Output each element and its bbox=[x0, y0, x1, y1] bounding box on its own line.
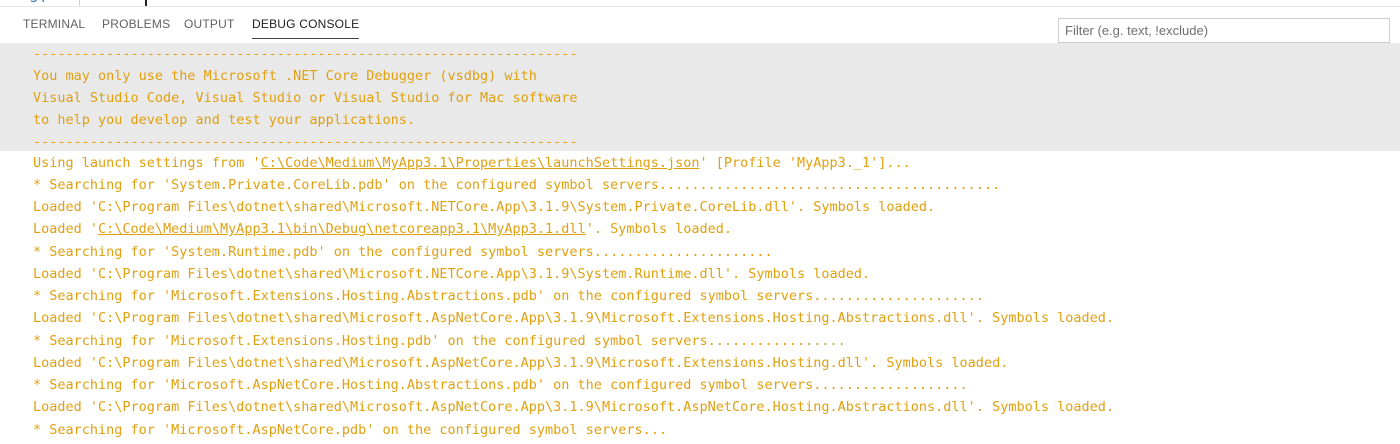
assembly-path-link[interactable]: C:\Code\Medium\MyApp3.1\bin\Debug\netcor… bbox=[98, 221, 586, 237]
console-line: * Searching for 'Microsoft.AspNetCore.Ho… bbox=[33, 377, 968, 393]
text-cursor bbox=[145, 0, 147, 6]
editor-line-number: 34 bbox=[30, 0, 46, 6]
editor-gutter-divider bbox=[79, 0, 80, 6]
console-line: * Searching for 'Microsoft.Extensions.Ho… bbox=[33, 333, 846, 349]
console-line: Loaded 'C:\Program Files\dotnet\shared\M… bbox=[33, 355, 1009, 371]
launch-settings-link[interactable]: C:\Code\Medium\MyApp3.1\Properties\launc… bbox=[261, 155, 700, 171]
tab-debug-console[interactable]: DEBUG CONSOLE bbox=[252, 17, 360, 39]
banner-separator-top: ----------------------------------------… bbox=[33, 46, 578, 62]
tab-terminal[interactable]: TERMINAL bbox=[23, 17, 85, 31]
console-text: Loaded ' bbox=[33, 221, 99, 237]
tab-output[interactable]: OUTPUT bbox=[184, 17, 235, 31]
console-text: '. Symbols loaded. bbox=[585, 221, 733, 237]
console-line: Loaded 'C:\Code\Medium\MyApp3.1\bin\Debu… bbox=[33, 218, 732, 240]
banner-line: You may only use the Microsoft .NET Core… bbox=[33, 68, 537, 84]
console-line: Using launch settings from 'C:\Code\Medi… bbox=[33, 152, 911, 174]
console-line: * Searching for 'Microsoft.AspNetCore.pd… bbox=[33, 422, 667, 438]
console-line: Loaded 'C:\Program Files\dotnet\shared\M… bbox=[33, 266, 871, 282]
debug-console-output[interactable]: ----------------------------------------… bbox=[0, 43, 1400, 444]
console-line: * Searching for 'System.Runtime.pdb' on … bbox=[33, 244, 773, 260]
banner-separator-bottom: ----------------------------------------… bbox=[33, 134, 578, 150]
tab-problems[interactable]: PROBLEMS bbox=[102, 17, 170, 31]
editor-strip: 34 bbox=[0, 0, 1400, 7]
console-line: Loaded 'C:\Program Files\dotnet\shared\M… bbox=[33, 199, 936, 215]
console-line: Loaded 'C:\Program Files\dotnet\shared\M… bbox=[33, 310, 1114, 326]
banner-line: Visual Studio Code, Visual Studio or Vis… bbox=[33, 90, 578, 106]
console-text: Using launch settings from ' bbox=[33, 155, 261, 171]
console-line: * Searching for 'Microsoft.Extensions.Ho… bbox=[33, 288, 984, 304]
panel-tab-bar: TERMINAL PROBLEMS OUTPUT DEBUG CONSOLE bbox=[0, 7, 1400, 43]
console-line: Loaded 'C:\Program Files\dotnet\shared\M… bbox=[33, 399, 1114, 415]
console-text: ' [Profile 'MyApp3._1']... bbox=[699, 155, 911, 171]
banner-line: to help you develop and test your applic… bbox=[33, 112, 416, 128]
filter-input[interactable] bbox=[1058, 18, 1390, 43]
console-line: * Searching for 'System.Private.CoreLib.… bbox=[33, 177, 1001, 193]
